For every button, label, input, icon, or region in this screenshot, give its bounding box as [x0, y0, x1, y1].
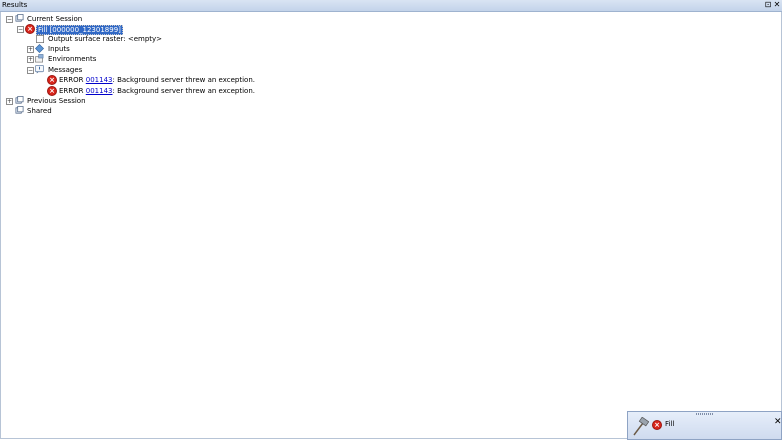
environments-icon: [35, 54, 44, 63]
messages-label: Messages: [48, 66, 83, 74]
error-prefix: ERROR: [59, 76, 86, 84]
inputs-icon: [35, 44, 44, 53]
raster-output-icon: [36, 35, 45, 44]
error-prefix: ERROR: [59, 87, 86, 95]
error-icon: ×: [652, 420, 662, 430]
process-notification-popup[interactable]: × Fill ✕: [627, 411, 782, 440]
window-title: Results: [2, 1, 28, 9]
error-icon: ×: [47, 75, 57, 85]
error-message: ERROR 001143: Background server threw an…: [59, 86, 255, 96]
collapse-toggle[interactable]: −: [27, 67, 34, 74]
collapse-toggle[interactable]: −: [6, 16, 13, 23]
environments-label: Environments: [48, 55, 97, 63]
collapse-toggle[interactable]: −: [17, 26, 24, 33]
session-icon: [15, 14, 24, 22]
results-tree-panel: − Current Session − × Fill [000000_12301…: [0, 12, 782, 439]
error-code-link[interactable]: 001143: [86, 87, 113, 95]
messages-icon: [35, 65, 44, 74]
inputs-label: Inputs: [48, 45, 70, 53]
output-label: Output surface raster: <empty>: [48, 35, 163, 43]
expand-toggle[interactable]: +: [6, 98, 13, 105]
error-text: : Background server threw an exception.: [112, 76, 255, 84]
hammer-tool-icon: [633, 417, 649, 436]
close-window-button[interactable]: ✕: [773, 0, 781, 10]
expand-toggle[interactable]: +: [27, 56, 34, 63]
popup-tool-label: Fill: [665, 420, 675, 428]
session-icon: [15, 96, 24, 104]
error-icon: ×: [47, 86, 57, 96]
error-icon: ×: [25, 24, 35, 34]
results-title-bar: Results ⊡ ✕: [0, 0, 782, 12]
error-code-link[interactable]: 001143: [86, 76, 113, 84]
previous-session-label: Previous Session: [27, 97, 86, 105]
current-session-label: Current Session: [27, 15, 83, 23]
shared-icon: [15, 106, 24, 114]
drag-grip[interactable]: [696, 413, 714, 415]
error-text: : Background server threw an exception.: [112, 87, 255, 95]
expand-toggle[interactable]: +: [27, 46, 34, 53]
popup-close-button[interactable]: ✕: [774, 417, 782, 427]
shared-label: Shared: [27, 107, 52, 115]
auto-hide-button[interactable]: ⊡: [764, 0, 772, 10]
error-message: ERROR 001143: Background server threw an…: [59, 75, 255, 85]
